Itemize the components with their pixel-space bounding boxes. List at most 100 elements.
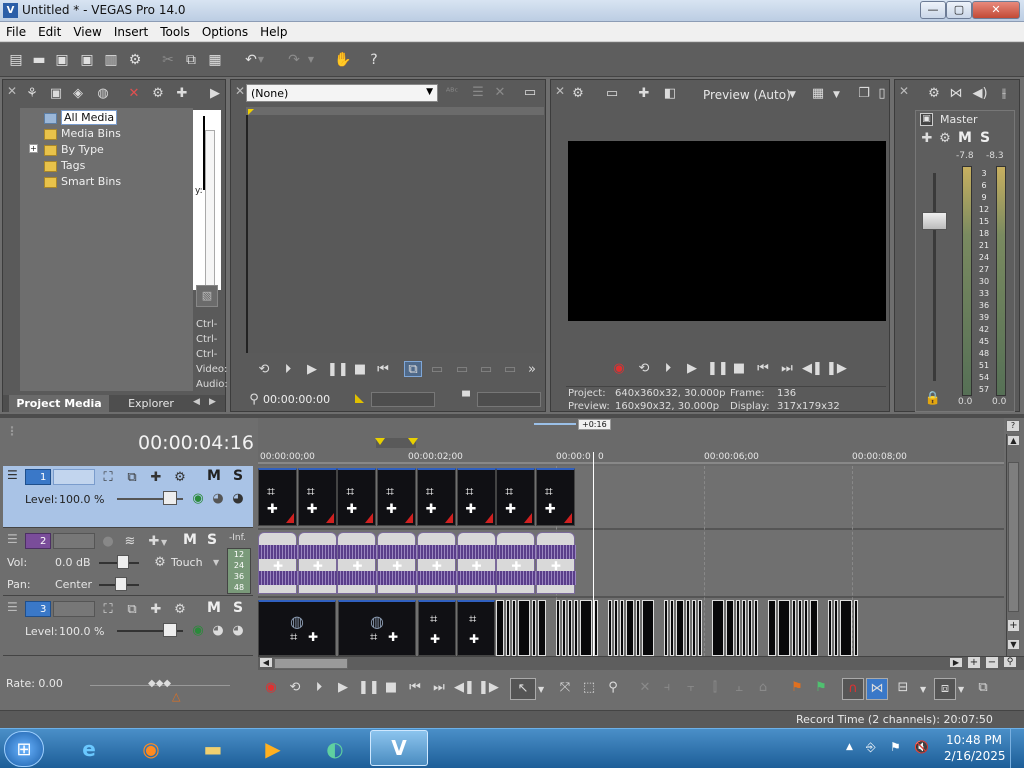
short-video-event[interactable] xyxy=(620,600,624,656)
video-event-thumb[interactable]: ⌗ ✚ xyxy=(337,468,377,526)
chevron-down-icon[interactable]: ▼ xyxy=(789,90,796,100)
short-video-event[interactable] xyxy=(614,600,618,656)
show-desktop-button[interactable] xyxy=(1010,729,1024,768)
scroll-right-icon[interactable]: ▶ xyxy=(950,658,962,667)
short-video-event[interactable] xyxy=(742,600,746,656)
network-icon[interactable]: ⎆ xyxy=(866,740,876,755)
zoom-edit-tool-icon[interactable]: ⚲ xyxy=(604,680,622,696)
panel-close-icon[interactable]: ✕ xyxy=(7,84,17,98)
short-video-event[interactable] xyxy=(698,600,702,656)
cut-icon[interactable]: ✂ xyxy=(158,51,178,69)
audio-event[interactable]: ✚ xyxy=(456,532,497,594)
short-video-event[interactable] xyxy=(642,600,654,656)
clock-time[interactable]: 10:48 PM xyxy=(946,733,1002,747)
chevron-down-icon[interactable]: ▼ xyxy=(958,685,964,694)
play-icon[interactable]: ▶ xyxy=(303,362,321,378)
play-from-start-icon[interactable]: ⏵ xyxy=(279,362,297,378)
scroll-up-icon[interactable]: ▲ xyxy=(1008,436,1019,445)
overwrite-icon[interactable]: ▭ xyxy=(453,362,471,378)
play-media-icon[interactable]: ▶ xyxy=(206,86,224,102)
tab-explorer[interactable]: Explorer xyxy=(115,395,187,412)
short-video-event[interactable] xyxy=(562,600,566,656)
messenger-icon[interactable]: ◐ xyxy=(314,732,356,766)
short-video-event[interactable] xyxy=(556,600,560,656)
master-fx-icon[interactable]: ✚ xyxy=(918,131,936,147)
mixer-icon[interactable]: ⋈ xyxy=(947,86,965,102)
short-video-event[interactable] xyxy=(792,600,796,656)
render-icon[interactable]: ▥ xyxy=(101,51,121,69)
video-event-thumb[interactable]: ⌗ ✚ xyxy=(496,468,536,526)
tab-scroll-right-icon[interactable]: ▶ xyxy=(209,397,216,407)
paste-icon[interactable]: ▦ xyxy=(205,51,225,69)
master-gear-icon[interactable]: ⚙ xyxy=(936,131,954,147)
arm-record-icon[interactable]: ● xyxy=(99,534,117,550)
selection-length-field[interactable] xyxy=(371,392,435,407)
track-gear-icon[interactable]: ⚙ xyxy=(171,602,189,618)
lock-event-icon[interactable]: ⌂ xyxy=(754,680,772,696)
selection-tool-icon[interactable]: ⬚ xyxy=(580,680,598,696)
show-hidden-icons[interactable]: ▲ xyxy=(846,742,853,752)
chevron-down-icon[interactable]: ▼ xyxy=(920,685,926,694)
zoom-out-h-icon[interactable]: − xyxy=(986,657,998,668)
tree-item-smart-bins[interactable]: Smart Bins xyxy=(44,174,121,190)
audio-event[interactable]: ✚ xyxy=(496,532,537,594)
preview-close-icon[interactable]: ✕ xyxy=(555,84,565,98)
video-event-thumb[interactable]: ⌗ ✚ xyxy=(456,468,496,526)
hand-icon[interactable]: ✋ xyxy=(333,51,353,69)
trimmer-options-icon[interactable]: ▭ xyxy=(521,85,539,101)
transport-loop-icon[interactable]: ⟲ xyxy=(286,680,304,696)
next-frame-icon[interactable]: ❚▶ xyxy=(826,361,847,377)
short-video-event[interactable] xyxy=(664,600,668,656)
short-video-event[interactable] xyxy=(676,600,684,656)
short-video-event[interactable] xyxy=(810,600,818,656)
zoom-in-icon[interactable]: + xyxy=(1008,620,1019,631)
automation-mode[interactable]: Touch xyxy=(171,556,203,569)
preview-play-icon[interactable]: ▶ xyxy=(683,361,701,377)
trimmer-close-icon[interactable]: ✕ xyxy=(235,84,245,98)
info-scrollbar[interactable] xyxy=(205,130,215,290)
insert-marker-icon[interactable]: ⚑ xyxy=(788,680,806,696)
short-video-event[interactable] xyxy=(626,600,634,656)
volume-icon[interactable]: 🔇 xyxy=(914,740,929,754)
track-1-mute-button[interactable]: M xyxy=(207,468,221,484)
trim-icon[interactable]: ⫠ xyxy=(730,680,748,696)
preview-pause-icon[interactable]: ❚❚ xyxy=(707,361,729,377)
transport-stop-icon[interactable]: ■ xyxy=(382,680,400,696)
action-center-icon[interactable]: ⚑ xyxy=(890,740,901,754)
lock-envelopes-icon[interactable]: ⧈ xyxy=(934,678,956,700)
short-video-event[interactable] xyxy=(518,600,530,656)
track-name-field[interactable] xyxy=(53,533,95,549)
insert-region-icon[interactable]: ⚑ xyxy=(812,680,830,696)
track-name-field[interactable] xyxy=(53,601,95,617)
track-3-composite-mode-icon[interactable]: ◉ xyxy=(189,623,207,639)
downmix-icon[interactable]: ◀) xyxy=(971,86,989,102)
video-event-thumb[interactable]: ⌗ ✚ xyxy=(377,468,417,526)
firefox-icon[interactable]: ◉ xyxy=(130,732,172,766)
track-3-solo-button[interactable]: S xyxy=(233,600,243,616)
track-header-1[interactable]: ☰ 1 ⛶ ⧉ ✚ ⚙ M S Level: 100.0 % ◉ ◕ ◕ xyxy=(3,466,253,528)
auto-crossfade-icon[interactable]: ⋈ xyxy=(866,678,888,700)
snapping-icon[interactable]: ∩ xyxy=(842,678,864,700)
track-1-composite-mode-icon[interactable]: ◉ xyxy=(189,491,207,507)
menu-edit[interactable]: Edit xyxy=(32,22,67,39)
automation-gear-icon[interactable]: ⚙ xyxy=(151,555,169,571)
audio-event[interactable]: ✚ xyxy=(377,532,418,594)
transport-play-from-start-icon[interactable]: ⏵ xyxy=(310,680,328,696)
short-video-event[interactable] xyxy=(506,600,510,656)
track-motion-icon[interactable]: ⛶ xyxy=(99,470,117,486)
timeline-horizontal-scrollbar[interactable]: ◀ ▶ + − ⚲ xyxy=(258,656,1024,670)
track-header-3[interactable]: ☰ 3 ⛶ ⧉ ✚ ⚙ M S Level: 100.0 % ◉ ◕ ◕ xyxy=(3,598,253,656)
transport-play-icon[interactable]: ▶ xyxy=(334,680,352,696)
short-video-event[interactable] xyxy=(686,600,690,656)
track-2-pan-knob[interactable] xyxy=(115,577,127,591)
tab-scroll-left-icon[interactable]: ◀ xyxy=(193,397,200,407)
transport-pause-icon[interactable]: ❚❚ xyxy=(358,680,380,696)
short-video-event[interactable] xyxy=(768,600,776,656)
master-fader-track[interactable] xyxy=(933,173,936,381)
stop-icon[interactable]: ■ xyxy=(351,362,369,378)
new-icon[interactable]: ▤ xyxy=(6,51,26,69)
tree-item-tags[interactable]: Tags xyxy=(44,158,85,174)
menu-insert[interactable]: Insert xyxy=(108,22,154,39)
track-composite-icon[interactable]: ✚ xyxy=(147,470,165,486)
replace-icon[interactable]: ▭ xyxy=(477,362,495,378)
